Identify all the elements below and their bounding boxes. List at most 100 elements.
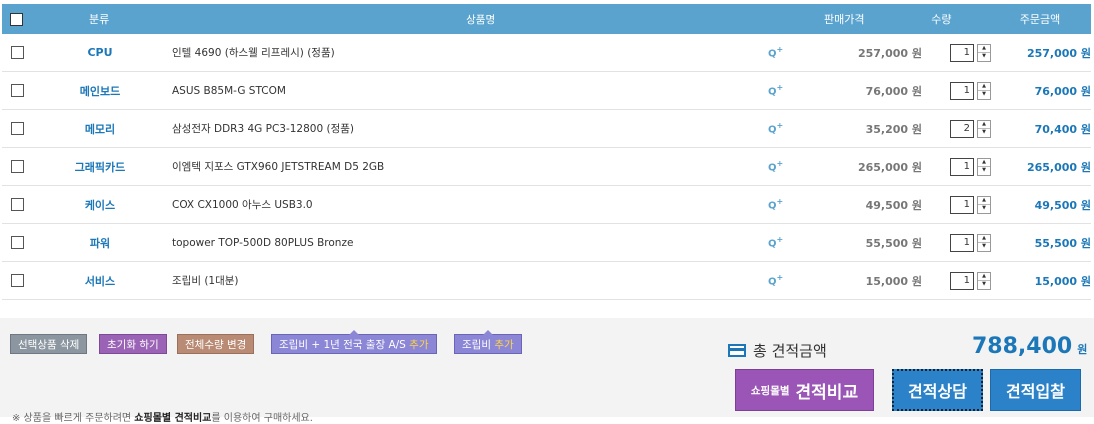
- zoom-icon[interactable]: Q+: [768, 159, 802, 173]
- total-amount: 788,400 원: [972, 334, 1087, 359]
- zoom-icon[interactable]: Q+: [768, 83, 802, 97]
- row-total: 55,500 원: [1034, 236, 1091, 250]
- quantity-stepper[interactable]: ▲ ▼: [977, 43, 991, 62]
- consult-button[interactable]: 견적상담: [892, 369, 983, 411]
- row-checkbox[interactable]: [10, 160, 24, 173]
- quantity-input[interactable]: 1: [950, 195, 974, 214]
- header-name: 상품명: [466, 13, 496, 26]
- quantity-input[interactable]: 1: [950, 43, 974, 62]
- zoom-icon[interactable]: Q+: [768, 273, 802, 287]
- stepper-up-icon[interactable]: ▲: [978, 159, 990, 167]
- stepper-down-icon[interactable]: ▼: [978, 129, 990, 137]
- row-category: 파워: [89, 236, 111, 250]
- stepper-up-icon[interactable]: ▲: [978, 121, 990, 129]
- quantity-stepper[interactable]: ▲ ▼: [977, 233, 991, 252]
- row-category: 케이스: [84, 198, 116, 212]
- quantity-stepper[interactable]: ▲ ▼: [977, 195, 991, 214]
- assembly-as-label: 조립비 + 1년 전국 출장 A/S: [279, 339, 410, 351]
- notch-arrow-icon: [482, 330, 493, 335]
- row-total: 76,000 원: [1034, 84, 1091, 98]
- select-all-cell: [2, 12, 32, 26]
- stepper-up-icon[interactable]: ▲: [978, 45, 990, 53]
- table-row: 메인보드 ASUS B85M-G STCOM Q+ 76,000 원 1 ▲ ▼ 7…: [2, 72, 1091, 110]
- compare-small-label: 쇼핑몰별: [750, 384, 790, 397]
- quantity-input[interactable]: 1: [950, 157, 974, 176]
- quantity-input[interactable]: 2: [950, 119, 974, 138]
- change-all-qty-button[interactable]: 전체수량 변경: [177, 334, 255, 354]
- compare-label: 견적비교: [795, 382, 859, 403]
- zoom-icon[interactable]: Q+: [768, 197, 802, 211]
- row-total: 49,500 원: [1034, 198, 1091, 212]
- row-category: 메모리: [84, 122, 116, 136]
- quantity-input[interactable]: 1: [950, 233, 974, 252]
- row-category: 서비스: [84, 274, 116, 288]
- stepper-up-icon[interactable]: ▲: [978, 197, 990, 205]
- stepper-up-icon[interactable]: ▲: [978, 273, 990, 281]
- assembly-label: 조립비: [462, 339, 495, 351]
- total-label-text: 총 견적금액: [753, 342, 827, 360]
- stepper-down-icon[interactable]: ▼: [978, 53, 990, 61]
- assembly-add-label: 추가: [494, 339, 514, 351]
- stepper-down-icon[interactable]: ▼: [978, 205, 990, 213]
- quantity-input[interactable]: 1: [950, 81, 974, 100]
- row-price: 76,000 원: [865, 84, 922, 98]
- row-checkbox[interactable]: [10, 198, 24, 211]
- row-total: 257,000 원: [1026, 46, 1091, 60]
- card-icon: [728, 344, 746, 357]
- row-product-name[interactable]: ASUS B85M-G STCOM: [168, 85, 768, 97]
- stepper-up-icon[interactable]: ▲: [978, 83, 990, 91]
- row-product-name[interactable]: 삼성전자 DDR3 4G PC3-12800 (정품): [168, 121, 768, 136]
- header-total: 주문금액: [1019, 13, 1061, 26]
- stepper-down-icon[interactable]: ▼: [978, 281, 990, 289]
- total-label: 총 견적금액: [728, 340, 827, 361]
- header-price: 판매가격: [824, 13, 865, 26]
- row-price: 257,000 원: [857, 46, 922, 60]
- table-row: CPU 인텔 4690 (하스웰 리프레시) (정품) Q+ 257,000 원…: [2, 34, 1091, 72]
- quantity-input[interactable]: 1: [950, 271, 974, 290]
- header-qty: 수량: [931, 13, 952, 26]
- stepper-down-icon[interactable]: ▼: [978, 91, 990, 99]
- quantity-stepper[interactable]: ▲ ▼: [977, 81, 991, 100]
- row-product-name[interactable]: topower TOP-500D 80PLUS Bronze: [168, 237, 768, 249]
- delete-selected-button[interactable]: 선택상품 삭제: [10, 334, 88, 354]
- stepper-down-icon[interactable]: ▼: [978, 243, 990, 251]
- row-checkbox[interactable]: [10, 274, 24, 287]
- zoom-icon[interactable]: Q+: [768, 121, 802, 135]
- compare-quotes-button[interactable]: 쇼핑몰별 견적비교: [735, 369, 874, 411]
- row-checkbox[interactable]: [10, 236, 24, 249]
- row-category: CPU: [87, 46, 113, 59]
- table-header: 분류 상품명 판매가격 수량 주문금액: [2, 4, 1091, 34]
- row-product-name[interactable]: 조립비 (1대분): [168, 273, 768, 288]
- reset-button[interactable]: 초기화 하기: [99, 334, 167, 354]
- row-checkbox[interactable]: [10, 122, 24, 135]
- stepper-up-icon[interactable]: ▲: [978, 235, 990, 243]
- total-value: 788,400: [972, 334, 1073, 359]
- bid-button[interactable]: 견적입찰: [990, 369, 1081, 411]
- add-assembly-as-button[interactable]: 조립비 + 1년 전국 출장 A/S 추가: [271, 330, 437, 354]
- zoom-icon[interactable]: Q+: [768, 235, 802, 249]
- notch-arrow-icon: [348, 330, 359, 335]
- stepper-down-icon[interactable]: ▼: [978, 167, 990, 175]
- row-product-name[interactable]: 인텔 4690 (하스웰 리프레시) (정품): [168, 45, 768, 60]
- quantity-stepper[interactable]: ▲ ▼: [977, 271, 991, 290]
- select-all-checkbox[interactable]: [10, 12, 24, 26]
- row-price: 55,500 원: [865, 236, 922, 250]
- quantity-stepper[interactable]: ▲ ▼: [977, 157, 991, 176]
- add-assembly-button[interactable]: 조립비 추가: [454, 330, 522, 354]
- quantity-stepper[interactable]: ▲ ▼: [977, 119, 991, 138]
- zoom-icon[interactable]: Q+: [768, 45, 802, 59]
- row-total: 265,000 원: [1026, 160, 1091, 174]
- row-checkbox[interactable]: [10, 84, 24, 97]
- row-total: 70,400 원: [1034, 122, 1091, 136]
- row-product-name[interactable]: 이엠텍 지포스 GTX960 JETSTREAM D5 2GB: [168, 159, 768, 174]
- header-category: 분류: [88, 13, 110, 26]
- table-row: 케이스 COX CX1000 아누스 USB3.0 Q+ 49,500 원 1 ▲…: [2, 186, 1091, 224]
- row-product-name[interactable]: COX CX1000 아누스 USB3.0: [168, 197, 768, 212]
- row-category: 그래픽카드: [74, 160, 126, 174]
- row-price: 35,200 원: [865, 122, 922, 136]
- table-row: 그래픽카드 이엠텍 지포스 GTX960 JETSTREAM D5 2GB Q+…: [2, 148, 1091, 186]
- assembly-as-add-label: 추가: [409, 339, 429, 351]
- table-row: 메모리 삼성전자 DDR3 4G PC3-12800 (정품) Q+ 35,20…: [2, 110, 1091, 148]
- table-row: 파워 topower TOP-500D 80PLUS Bronze Q+ 55,…: [2, 224, 1091, 262]
- row-checkbox[interactable]: [10, 46, 24, 59]
